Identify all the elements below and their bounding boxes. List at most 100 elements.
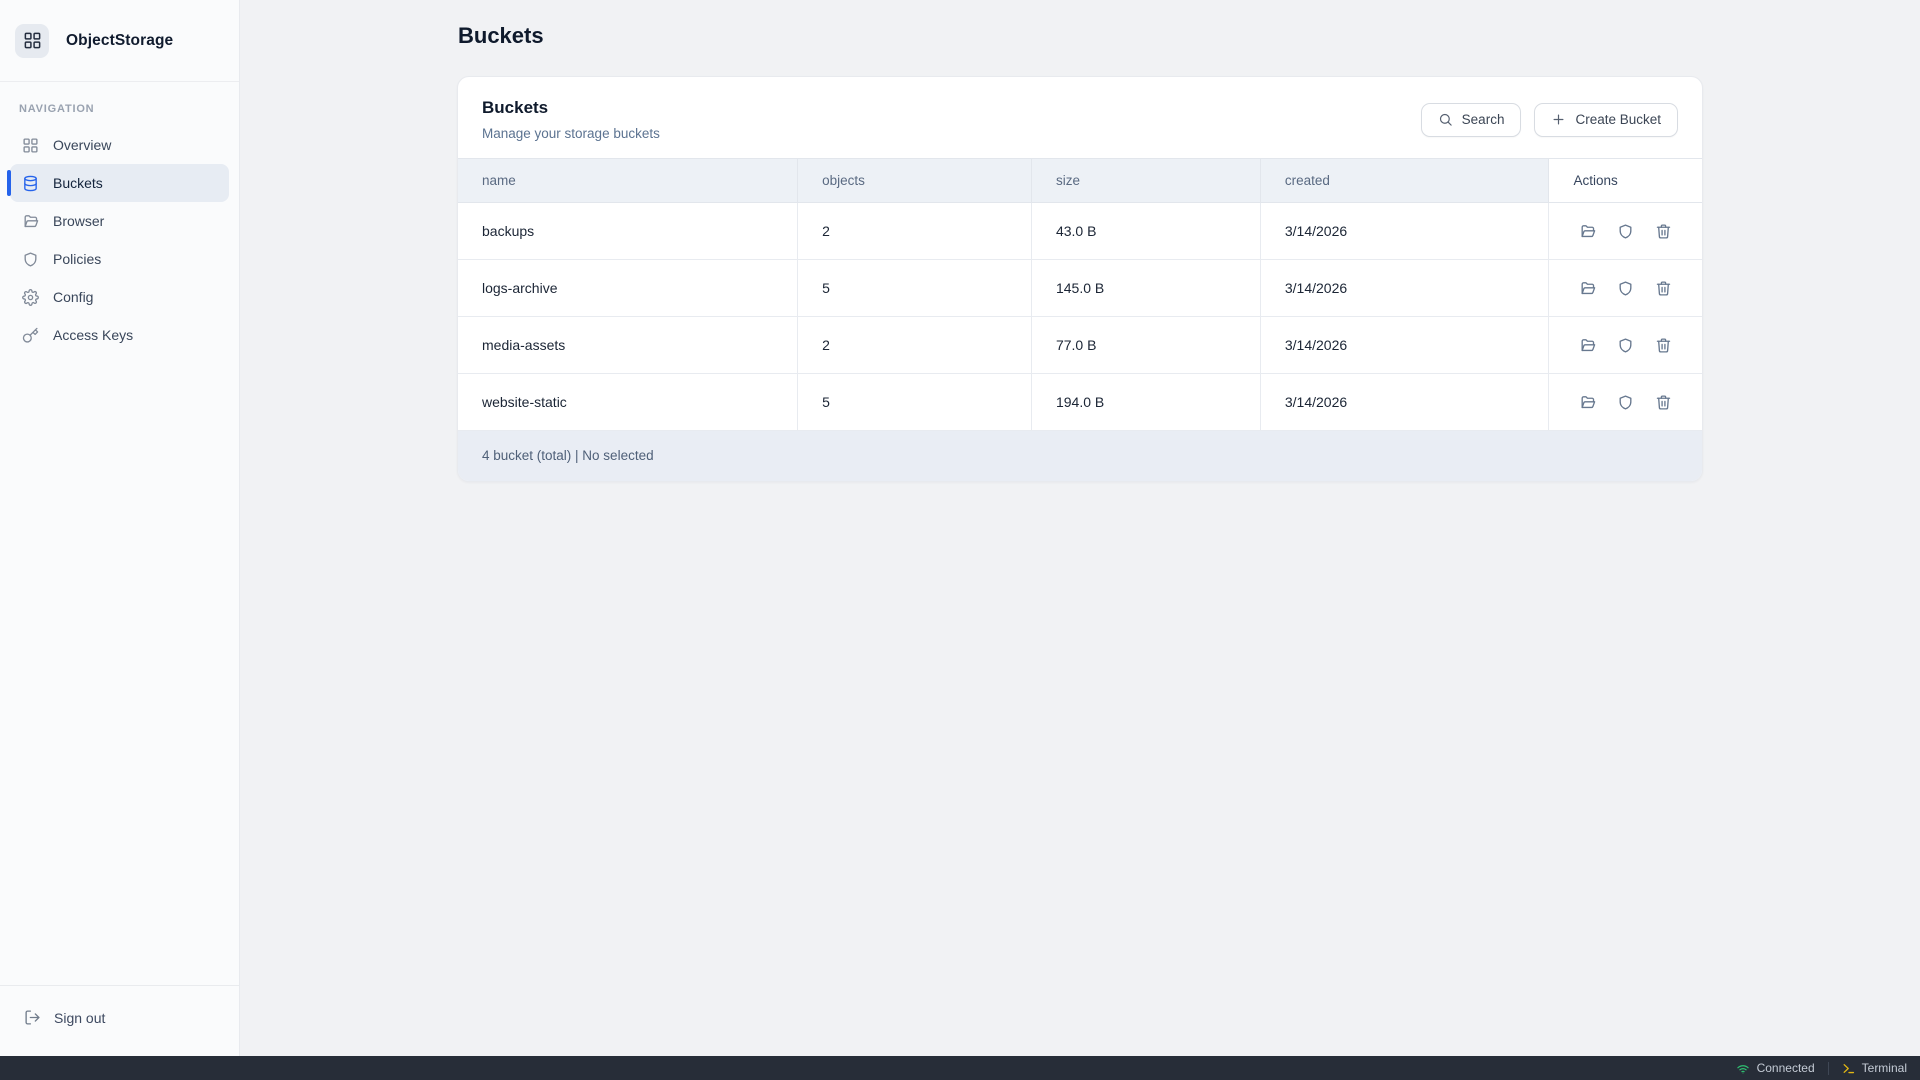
sidebar-item-policies[interactable]: Policies	[10, 240, 229, 278]
sign-out-button[interactable]: Sign out	[16, 1001, 223, 1034]
app-logo	[15, 24, 49, 58]
app-title: ObjectStorage	[66, 32, 173, 50]
sidebar-item-label: Overview	[53, 137, 111, 153]
table-row[interactable]: logs-archive 5 145.0 B 3/14/2026	[458, 260, 1702, 317]
shield-icon	[1617, 223, 1634, 240]
sidebar-nav: NAVIGATION Overview Buckets Browser Poli…	[0, 82, 239, 354]
bucket-name-cell: website-static	[458, 374, 798, 431]
bucket-policy-button[interactable]	[1615, 392, 1636, 413]
trash-icon	[1655, 394, 1672, 411]
column-header-created: created	[1260, 159, 1549, 203]
trash-icon	[1655, 223, 1672, 240]
bucket-created-cell: 3/14/2026	[1260, 374, 1549, 431]
logout-icon	[24, 1009, 41, 1026]
nav-section-label: NAVIGATION	[19, 103, 220, 115]
shield-icon	[22, 251, 39, 268]
bucket-created-cell: 3/14/2026	[1260, 203, 1549, 260]
table-header-row: name objects size created Actions	[458, 159, 1702, 203]
column-header-size: size	[1031, 159, 1260, 203]
folder-open-icon	[1579, 337, 1596, 354]
search-button[interactable]: Search	[1421, 103, 1522, 137]
search-button-label: Search	[1462, 112, 1505, 127]
status-bar: Connected Terminal	[0, 1056, 1920, 1080]
bucket-size-cell: 77.0 B	[1031, 317, 1260, 374]
open-bucket-button[interactable]	[1577, 392, 1598, 413]
grid-logo-icon	[23, 31, 42, 50]
delete-bucket-button[interactable]	[1653, 278, 1674, 299]
bucket-actions-cell	[1549, 203, 1702, 260]
terminal-icon	[1842, 1062, 1855, 1075]
folder-open-icon	[1579, 280, 1596, 297]
bucket-size-cell: 194.0 B	[1031, 374, 1260, 431]
panel-header: Buckets Manage your storage buckets Sear…	[458, 77, 1702, 158]
sidebar-item-browser[interactable]: Browser	[10, 202, 229, 240]
search-icon	[1438, 112, 1453, 127]
main-content: Buckets Buckets Manage your storage buck…	[240, 0, 1920, 1056]
database-icon	[22, 175, 39, 192]
column-header-name: name	[458, 159, 798, 203]
buckets-table: name objects size created Actions backup…	[458, 158, 1702, 431]
create-bucket-label: Create Bucket	[1575, 112, 1661, 127]
bucket-objects-cell: 5	[798, 260, 1032, 317]
bucket-size-cell: 43.0 B	[1031, 203, 1260, 260]
bucket-objects-cell: 2	[798, 317, 1032, 374]
delete-bucket-button[interactable]	[1653, 335, 1674, 356]
sidebar-item-overview[interactable]: Overview	[10, 126, 229, 164]
sidebar-footer: Sign out	[0, 985, 239, 1056]
folder-open-icon	[1579, 394, 1596, 411]
terminal-label: Terminal	[1862, 1061, 1907, 1075]
open-bucket-button[interactable]	[1577, 278, 1598, 299]
table-row[interactable]: media-assets 2 77.0 B 3/14/2026	[458, 317, 1702, 374]
sidebar-item-buckets[interactable]: Buckets	[10, 164, 229, 202]
sidebar-header: ObjectStorage	[0, 0, 239, 82]
bucket-name-cell: backups	[458, 203, 798, 260]
bucket-actions-cell	[1549, 374, 1702, 431]
folder-open-icon	[1579, 223, 1596, 240]
create-bucket-button[interactable]: Create Bucket	[1534, 103, 1678, 137]
sidebar-item-label: Policies	[53, 251, 101, 267]
grid-icon	[22, 137, 39, 154]
bucket-policy-button[interactable]	[1615, 221, 1636, 242]
table-row[interactable]: website-static 5 194.0 B 3/14/2026	[458, 374, 1702, 431]
open-bucket-button[interactable]	[1577, 335, 1598, 356]
bucket-policy-button[interactable]	[1615, 335, 1636, 356]
delete-bucket-button[interactable]	[1653, 221, 1674, 242]
sidebar-item-label: Browser	[53, 213, 104, 229]
bucket-size-cell: 145.0 B	[1031, 260, 1260, 317]
bucket-created-cell: 3/14/2026	[1260, 260, 1549, 317]
page-title: Buckets	[458, 23, 1703, 49]
terminal-button[interactable]: Terminal	[1829, 1056, 1920, 1080]
delete-bucket-button[interactable]	[1653, 392, 1674, 413]
shield-icon	[1617, 394, 1634, 411]
connection-status-label: Connected	[1757, 1061, 1815, 1075]
sign-out-label: Sign out	[54, 1010, 105, 1026]
trash-icon	[1655, 337, 1672, 354]
shield-icon	[1617, 337, 1634, 354]
sidebar-spacer	[0, 354, 239, 985]
bucket-name-cell: media-assets	[458, 317, 798, 374]
wifi-icon	[1736, 1061, 1750, 1075]
sidebar-item-access-keys[interactable]: Access Keys	[10, 316, 229, 354]
open-bucket-button[interactable]	[1577, 221, 1598, 242]
sidebar: ObjectStorage NAVIGATION Overview Bucket…	[0, 0, 240, 1056]
plus-icon	[1551, 112, 1566, 127]
column-header-objects: objects	[798, 159, 1032, 203]
table-row[interactable]: backups 2 43.0 B 3/14/2026	[458, 203, 1702, 260]
bucket-policy-button[interactable]	[1615, 278, 1636, 299]
buckets-panel: Buckets Manage your storage buckets Sear…	[457, 76, 1703, 482]
bucket-objects-cell: 5	[798, 374, 1032, 431]
bucket-objects-cell: 2	[798, 203, 1032, 260]
trash-icon	[1655, 280, 1672, 297]
sidebar-item-label: Access Keys	[53, 327, 133, 343]
bucket-created-cell: 3/14/2026	[1260, 317, 1549, 374]
bucket-actions-cell	[1549, 317, 1702, 374]
bucket-actions-cell	[1549, 260, 1702, 317]
key-icon	[22, 327, 39, 344]
table-summary: 4 bucket (total) | No selected	[458, 431, 1702, 481]
sidebar-item-label: Config	[53, 289, 93, 305]
gear-icon	[22, 289, 39, 306]
bucket-name-cell: logs-archive	[458, 260, 798, 317]
panel-subtitle: Manage your storage buckets	[482, 126, 660, 141]
sidebar-item-config[interactable]: Config	[10, 278, 229, 316]
folder-open-icon	[22, 213, 39, 230]
